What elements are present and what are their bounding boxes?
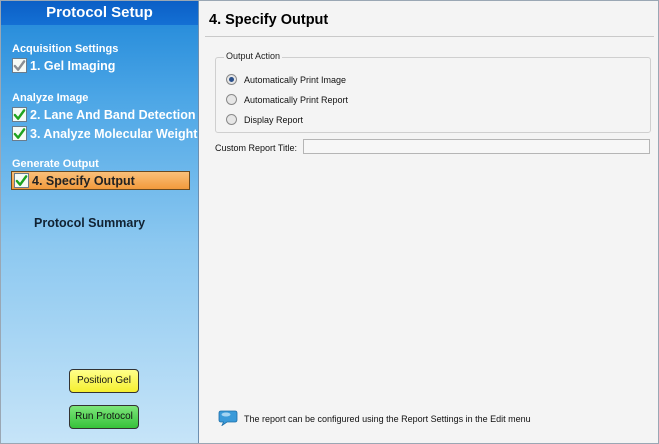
step-label: 1. Gel Imaging (30, 58, 116, 73)
custom-report-title-input[interactable] (303, 139, 650, 154)
checkmark-icon (12, 58, 27, 73)
info-text: The report can be configured using the R… (244, 414, 531, 424)
radio-unselected-icon (226, 94, 237, 105)
info-speech-bubble-icon (218, 410, 238, 426)
step-analyze-molecular-weight[interactable]: 3. Analyze Molecular Weight (12, 124, 197, 143)
title-divider (205, 36, 654, 37)
radio-label: Display Report (244, 114, 304, 125)
checkmark-icon (12, 126, 27, 141)
protocol-summary-link[interactable]: Protocol Summary (34, 216, 145, 230)
radio-automatically-print-image[interactable]: Automatically Print Image (226, 74, 346, 85)
run-protocol-button[interactable]: Run Protocol (69, 405, 139, 429)
step-gel-imaging[interactable]: 1. Gel Imaging (12, 56, 115, 75)
custom-report-title-label: Custom Report Title: (215, 143, 298, 153)
checkmark-icon (14, 173, 29, 188)
step-lane-and-band-detection[interactable]: 2. Lane And Band Detection (12, 105, 196, 124)
sidebar: Protocol Setup Acquisition Settings 1. G… (1, 1, 199, 443)
section-analyze-image: Analyze Image (12, 92, 89, 104)
radio-label: Automatically Print Report (244, 94, 349, 105)
section-acquisition-settings: Acquisition Settings (12, 43, 119, 55)
radio-label: Automatically Print Image (244, 74, 347, 85)
radio-automatically-print-report[interactable]: Automatically Print Report (226, 94, 348, 105)
output-action-legend: Output Action (224, 51, 283, 61)
position-gel-button[interactable]: Position Gel (69, 369, 139, 393)
sidebar-title: Protocol Setup (1, 1, 198, 25)
page-title: 4. Specify Output (209, 12, 329, 28)
radio-unselected-icon (226, 114, 237, 125)
step-label: 3. Analyze Molecular Weight (30, 126, 198, 141)
checkmark-icon (12, 107, 27, 122)
section-generate-output: Generate Output (12, 158, 99, 170)
radio-display-report[interactable]: Display Report (226, 114, 303, 125)
output-action-group: Output Action Automatically Print Image … (215, 51, 651, 133)
main-panel: 4. Specify Output Output Action Automati… (199, 1, 658, 443)
step-specify-output[interactable]: 4. Specify Output (11, 171, 190, 190)
protocol-setup-window: Protocol Setup Acquisition Settings 1. G… (0, 0, 659, 444)
step-label: 2. Lane And Band Detection (30, 107, 196, 122)
step-label: 4. Specify Output (32, 173, 135, 188)
radio-selected-icon (226, 74, 237, 85)
